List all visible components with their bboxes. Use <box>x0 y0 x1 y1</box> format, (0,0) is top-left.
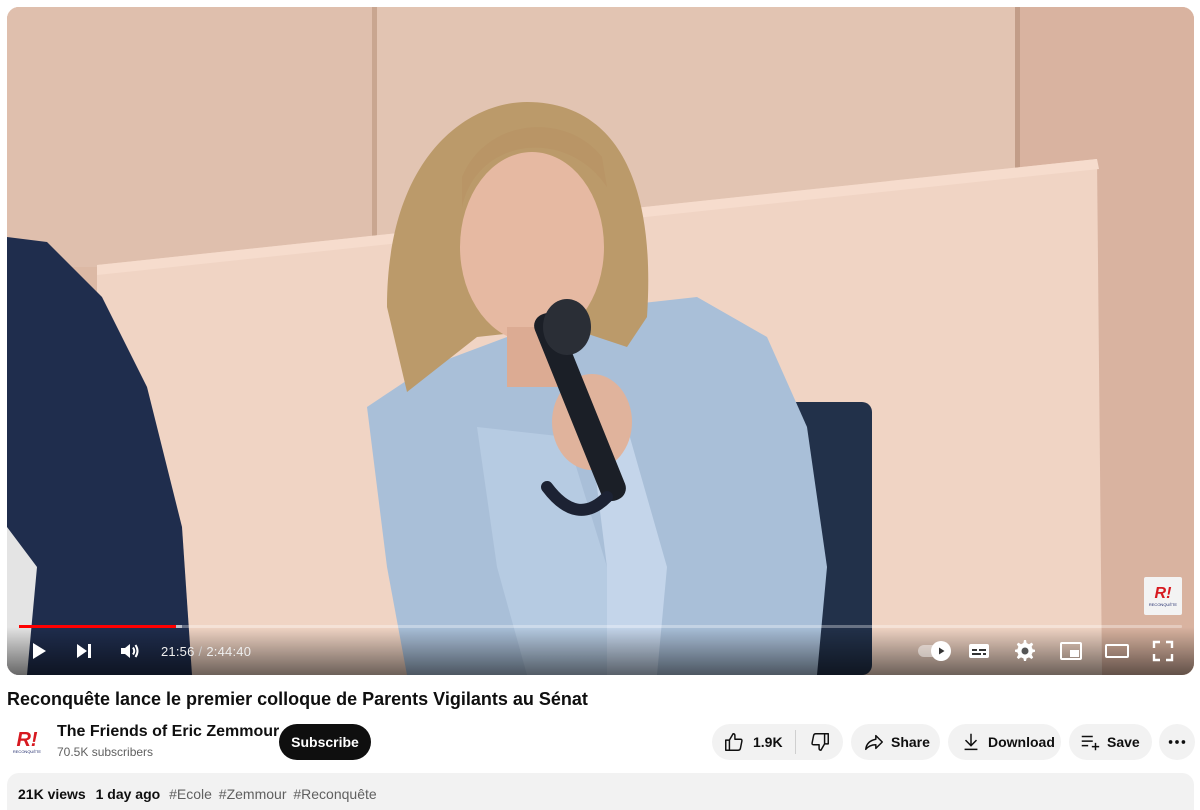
hashtag-link[interactable]: #Ecole <box>169 786 212 802</box>
miniplayer-button[interactable] <box>1048 628 1094 674</box>
like-dislike-group: 1.9K <box>712 724 843 760</box>
hashtag-link[interactable]: #Reconquête <box>293 786 376 802</box>
avatar-logo: R! <box>16 728 38 751</box>
more-actions-button[interactable] <box>1159 724 1195 760</box>
subscriber-count: 70.5K subscribers <box>57 745 154 759</box>
thumbs-down-icon <box>810 733 829 751</box>
add-to-playlist-icon <box>1081 735 1100 751</box>
current-time: 21:56 <box>161 643 195 659</box>
channel-avatar[interactable]: R! RECONQUÊTE <box>7 722 47 762</box>
theater-mode-icon <box>1105 644 1129 658</box>
hashtag-link[interactable]: #Zemmour <box>219 786 287 802</box>
time-display: 21:56/2:44:40 <box>161 644 251 659</box>
video-frame[interactable] <box>7 7 1194 675</box>
volume-icon <box>121 644 139 658</box>
download-button[interactable]: Download <box>948 724 1061 760</box>
share-label: Share <box>891 734 930 750</box>
theater-mode-button[interactable] <box>1094 628 1140 674</box>
video-player[interactable]: R! RECONQUÊTE 21:56/2:44:40 <box>7 7 1194 675</box>
thumbs-up-icon <box>725 733 743 751</box>
watermark-caption: RECONQUÊTE <box>1148 601 1178 607</box>
share-icon <box>865 734 883 751</box>
video-title: Reconquête lance le premier colloque de … <box>7 689 588 709</box>
upload-age: 1 day ago <box>95 786 161 802</box>
miniplayer-icon <box>1060 642 1082 660</box>
channel-watermark[interactable]: R! RECONQUÊTE <box>1144 577 1182 615</box>
more-horizontal-icon <box>1168 740 1186 744</box>
avatar-caption: RECONQUÊTE <box>12 748 42 754</box>
share-button[interactable]: Share <box>851 724 940 760</box>
next-icon <box>77 644 91 658</box>
fullscreen-icon <box>1152 640 1174 662</box>
view-count: 21K views <box>18 786 86 802</box>
like-button[interactable]: 1.9K <box>712 724 795 760</box>
settings-gear-icon <box>1015 640 1035 661</box>
settings-button[interactable] <box>1002 628 1048 674</box>
volume-button[interactable] <box>107 628 153 674</box>
watermark-logo: R! <box>1154 584 1172 602</box>
subtitles-icon <box>969 644 989 658</box>
play-icon <box>33 643 46 659</box>
save-label: Save <box>1107 734 1140 750</box>
download-label: Download <box>988 734 1055 750</box>
fullscreen-button[interactable] <box>1140 628 1186 674</box>
channel-name[interactable]: The Friends of Eric Zemmour <box>57 723 279 741</box>
description-box[interactable]: 21K views 1 day ago #Ecole #Zemmour #Rec… <box>7 773 1194 810</box>
autoplay-toggle[interactable] <box>910 628 956 674</box>
play-button[interactable] <box>15 628 61 674</box>
download-icon <box>964 733 978 751</box>
subtitles-button[interactable] <box>956 628 1002 674</box>
subscribe-button[interactable]: Subscribe <box>279 724 371 760</box>
next-button[interactable] <box>61 628 107 674</box>
like-count: 1.9K <box>753 734 783 750</box>
dislike-button[interactable] <box>796 724 843 760</box>
player-controls: 21:56/2:44:40 <box>7 627 1194 675</box>
autoplay-toggle-icon <box>918 641 951 661</box>
duration: 2:44:40 <box>206 643 252 659</box>
save-button[interactable]: Save <box>1069 724 1152 760</box>
time-separator: / <box>198 643 203 659</box>
